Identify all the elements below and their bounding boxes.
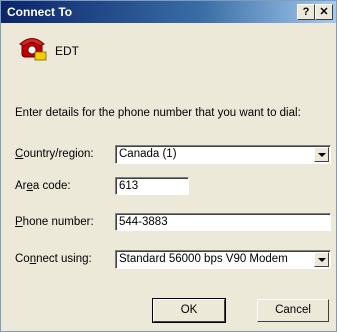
country-value: Canada (1) [119,148,177,160]
phone-number-label: Phone number: [15,216,94,228]
connect-to-dialog: Connect To ? ✕ EDT Enter details for the… [0,0,337,332]
instruction-text: Enter details for the phone number that … [15,107,301,119]
phone-number-input[interactable]: 544-3883 [115,213,331,231]
title-bar[interactable]: Connect To ? ✕ [1,1,336,23]
chevron-down-icon[interactable] [314,252,329,267]
dialog-title: Connect To [7,5,73,19]
country-label: Country/region: [15,148,94,160]
telephone-icon [19,38,47,61]
chevron-down-icon[interactable] [314,147,329,162]
area-code-input[interactable]: 613 [115,177,189,195]
modem-select[interactable]: Standard 56000 bps V90 Modem [115,250,331,269]
area-code-label: Area code: [15,180,71,192]
cancel-button[interactable]: Cancel [257,299,329,322]
connection-name: EDT [55,44,79,58]
close-button[interactable]: ✕ [315,4,333,20]
modem-value: Standard 56000 bps V90 Modem [119,253,288,265]
country-select[interactable]: Canada (1) [115,145,331,164]
ok-button[interactable]: OK [152,298,226,323]
connect-using-label: Connect using: [15,253,92,265]
help-button[interactable]: ? [297,4,315,20]
